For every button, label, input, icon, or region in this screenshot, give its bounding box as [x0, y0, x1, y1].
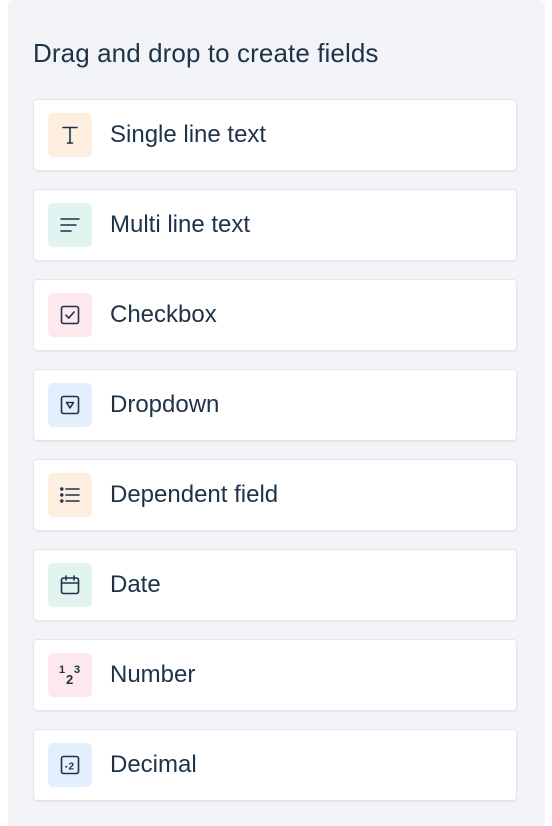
list-icon: [48, 473, 92, 517]
field-label: Decimal: [110, 751, 197, 778]
field-item-checkbox[interactable]: Checkbox: [33, 279, 517, 351]
field-item-dependent-field[interactable]: Dependent field: [33, 459, 517, 531]
svg-text:1: 1: [59, 664, 65, 676]
field-item-dropdown[interactable]: Dropdown: [33, 369, 517, 441]
field-label: Date: [110, 571, 161, 598]
field-label: Dropdown: [110, 391, 220, 418]
checkbox-icon: [48, 293, 92, 337]
svg-text:2: 2: [66, 672, 73, 687]
dropdown-icon: [48, 383, 92, 427]
field-item-single-line-text[interactable]: Single line text: [33, 99, 517, 171]
svg-text:3: 3: [74, 664, 80, 676]
field-item-date[interactable]: Date: [33, 549, 517, 621]
field-item-decimal[interactable]: 2 Decimal: [33, 729, 517, 801]
svg-text:2: 2: [69, 762, 75, 773]
text-t-icon: [48, 113, 92, 157]
number-icon: 1 2 3: [48, 653, 92, 697]
calendar-icon: [48, 563, 92, 607]
panel-heading: Drag and drop to create fields: [33, 38, 379, 68]
field-label: Multi line text: [110, 211, 251, 238]
field-palette-panel: Drag and drop to create fields Single li…: [8, 0, 545, 826]
field-list: Single line text Multi line text Checkbo…: [33, 99, 517, 801]
decimal-icon: 2: [48, 743, 92, 787]
field-label: Checkbox: [110, 301, 217, 328]
field-item-number[interactable]: 1 2 3 Number: [33, 639, 517, 711]
multiline-text-icon: [48, 203, 92, 247]
field-item-multi-line-text[interactable]: Multi line text: [33, 189, 517, 261]
field-label: Number: [110, 661, 196, 688]
field-label: Dependent field: [110, 481, 279, 508]
field-label: Single line text: [110, 121, 267, 148]
